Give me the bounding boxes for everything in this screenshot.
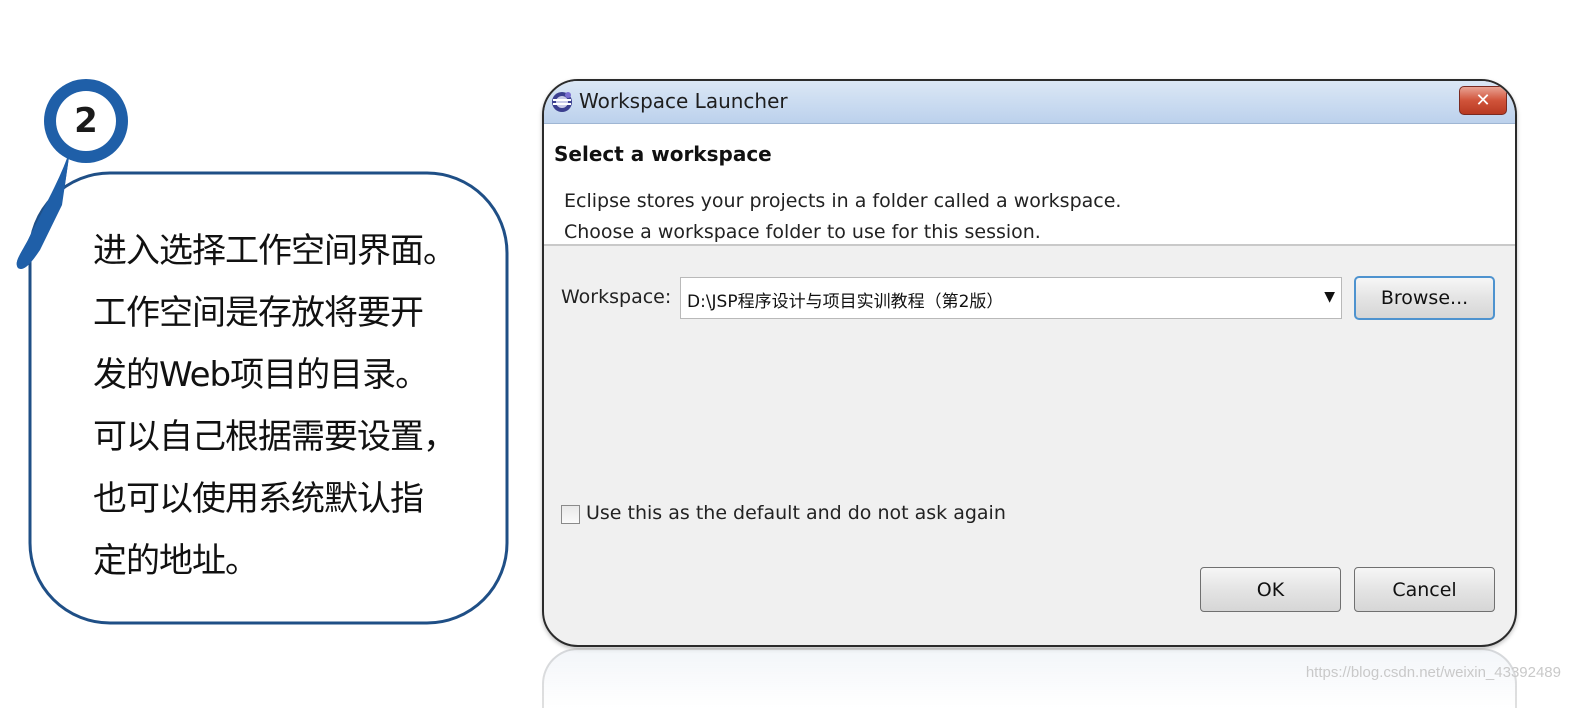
window-title: Workspace Launcher [579,89,788,113]
default-checkbox[interactable] [561,505,580,524]
workspace-launcher-dialog: Workspace Launcher ✕ Select a workspace … [542,79,1517,647]
header-title: Select a workspace [554,142,772,166]
callout-line: 可以自己根据需要设置， [93,417,457,457]
default-checkbox-label[interactable]: Use this as the default and do not ask a… [586,502,1006,524]
browse-button[interactable]: Browse... [1354,276,1495,320]
description-line: Choose a workspace folder to use for thi… [564,221,1041,243]
ok-button[interactable]: OK [1200,567,1341,612]
watermark: https://blog.csdn.net/weixin_43392489 [1305,664,1561,681]
callout-line: 发的Web项目的目录。 [93,355,429,395]
title-bar[interactable]: Workspace Launcher ✕ [544,81,1515,124]
callout-line: 进入选择工作空间界面。 [93,231,457,271]
description-line: Eclipse stores your projects in a folder… [564,190,1122,212]
dialog-header: Select a workspace Eclipse stores your p… [544,124,1515,246]
callout-line: 也可以使用系统默认指 [93,479,424,519]
dropdown-arrow-icon[interactable]: ▼ [1324,289,1335,305]
workspace-label: Workspace: [561,286,672,308]
close-button[interactable]: ✕ [1459,86,1507,115]
cancel-button[interactable]: Cancel [1354,567,1495,612]
callout-text: 进入选择工作空间界面。 工作空间是存放将要开 发的Web项目的目录。 可以自己根… [93,220,483,592]
step-number: 2 [74,101,98,141]
header-description: Eclipse stores your projects in a folder… [564,186,1121,248]
eclipse-app-icon [552,92,572,112]
callout-line: 工作空间是存放将要开 [93,293,424,333]
workspace-combo[interactable]: D:\JSP程序设计与项目实训教程（第2版） ▼ [680,277,1342,319]
workspace-value[interactable]: D:\JSP程序设计与项目实训教程（第2版） [687,287,1003,312]
callout-line: 定的地址。 [93,541,259,581]
close-icon: ✕ [1475,89,1491,111]
